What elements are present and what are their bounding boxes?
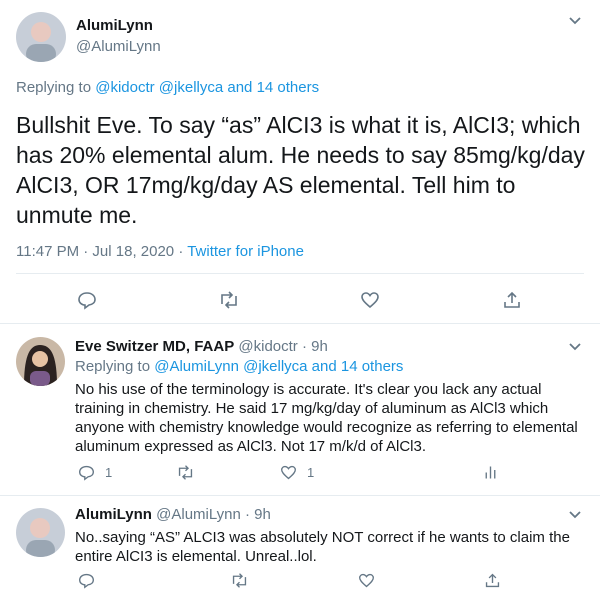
author-name[interactable]: Eve Switzer MD, FAAP	[75, 338, 234, 355]
share-button[interactable]	[484, 572, 501, 589]
share-icon	[504, 291, 520, 308]
analytics-icon	[485, 466, 496, 479]
tweet-source[interactable]: Twitter for iPhone	[187, 243, 304, 260]
reply-button[interactable]: 1	[78, 464, 112, 481]
retweet-button[interactable]	[218, 290, 240, 310]
retweet-icon	[178, 465, 193, 480]
heart-icon	[281, 465, 296, 480]
avatar[interactable]	[16, 508, 65, 557]
like-count: 1	[307, 465, 315, 480]
reply-count: 1	[105, 465, 113, 480]
reply-button[interactable]	[78, 572, 95, 589]
like-button[interactable]	[358, 572, 375, 589]
retweet-button[interactable]	[176, 464, 195, 481]
heart-icon	[361, 292, 379, 309]
divider	[16, 273, 584, 274]
author-handle[interactable]: @AlumiLynn	[156, 506, 241, 523]
replying-to-link[interactable]: @kidoctr @jkellyca and 14 others	[95, 79, 319, 96]
reply-icon	[79, 573, 94, 589]
retweet-icon	[232, 573, 247, 588]
author-handle[interactable]: @AlumiLynn	[76, 38, 161, 55]
reply-icon	[79, 465, 94, 481]
like-button[interactable]: 1	[280, 464, 314, 481]
retweet-button[interactable]	[230, 572, 249, 589]
tweet-time[interactable]: · 9h	[302, 338, 328, 355]
reply-header: Eve Switzer MD, FAAP @kidoctr · 9h	[75, 338, 328, 355]
avatar[interactable]	[16, 12, 66, 62]
tweet-time[interactable]: · 9h	[245, 506, 271, 523]
analytics-button[interactable]	[482, 464, 499, 481]
tweet-text: No his use of the terminology is accurat…	[75, 381, 578, 455]
retweet-icon	[221, 291, 237, 309]
timestamp[interactable]: 11:47 PM · Jul 18, 2020 ·	[16, 243, 187, 260]
share-icon	[485, 573, 500, 588]
replying-prefix: Replying to	[75, 358, 155, 375]
reply-header: AlumiLynn @AlumiLynn · 9h	[75, 506, 271, 523]
replying-to: Replying to @AlumiLynn @jkellyca and 14 …	[75, 358, 403, 375]
like-button[interactable]	[360, 290, 380, 310]
divider	[0, 495, 600, 496]
author-name[interactable]: AlumiLynn	[75, 506, 152, 523]
chevron-down-icon[interactable]	[568, 16, 582, 26]
tweet-text: No..saying “AS” ALCI3 was absolutely NOT…	[75, 529, 570, 565]
tweet-meta: 11:47 PM · Jul 18, 2020 · Twitter for iP…	[16, 243, 304, 260]
author-handle[interactable]: @kidoctr	[238, 338, 297, 355]
replying-prefix: Replying to	[16, 79, 96, 96]
replying-to: Replying to @kidoctr @jkellyca and 14 ot…	[16, 79, 319, 96]
chevron-down-icon[interactable]	[568, 510, 582, 520]
replying-to-link[interactable]: @AlumiLynn @jkellyca and 14 others	[154, 358, 403, 375]
share-button[interactable]	[502, 290, 522, 310]
divider	[0, 323, 600, 324]
reply-icon	[78, 292, 96, 310]
chevron-down-icon[interactable]	[568, 342, 582, 352]
tweet-text: Bullshit Eve. To say “as” AlCI3 is what …	[16, 112, 585, 228]
author-name[interactable]: AlumiLynn	[76, 17, 153, 34]
avatar[interactable]	[16, 337, 65, 386]
reply-button[interactable]	[77, 290, 97, 310]
heart-icon	[359, 573, 374, 588]
